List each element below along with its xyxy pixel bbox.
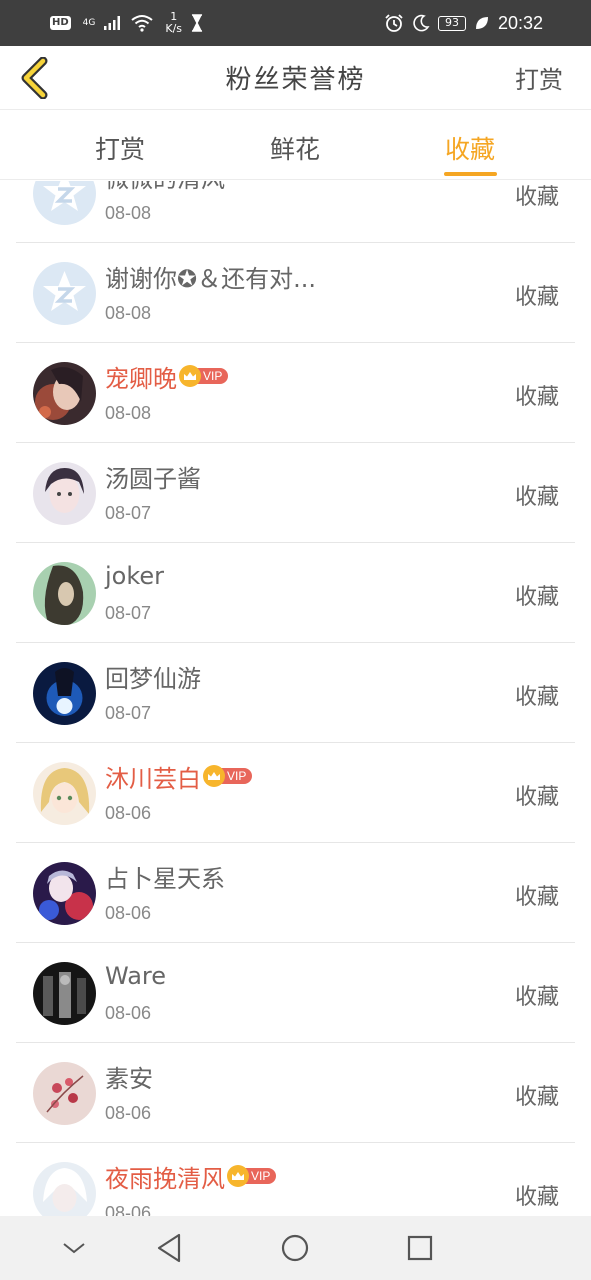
avatar	[33, 562, 96, 625]
chevron-left-icon	[21, 57, 48, 99]
active-tab-indicator	[444, 172, 497, 176]
network-type: 4G	[82, 17, 96, 28]
nav-recents-button[interactable]	[402, 1230, 438, 1266]
crown-icon	[179, 365, 201, 387]
list-item[interactable]: Ware 08-06 收藏	[16, 943, 575, 1043]
fan-name: 夜雨挽清风	[105, 1164, 225, 1193]
fan-name: 占卜星天系	[105, 864, 225, 893]
tab-flowers[interactable]: 鲜花	[270, 130, 320, 166]
avatar	[33, 1162, 96, 1216]
fan-name: 微微的清风	[105, 181, 225, 194]
fan-name: Ware	[105, 962, 167, 990]
tab-tip[interactable]: 打赏	[95, 130, 145, 166]
fan-date: 08-08	[105, 403, 152, 423]
crown-icon	[227, 1165, 249, 1187]
page-title: 粉丝荣誉榜	[225, 65, 366, 95]
fan-date: 08-07	[105, 503, 152, 523]
fan-date: 08-06	[105, 803, 152, 823]
battery-level: 93	[437, 15, 466, 31]
list-item[interactable]: 微微的清风 08-08 收藏	[16, 181, 575, 243]
fan-name: 回梦仙游	[105, 664, 201, 693]
alarm-icon	[385, 14, 403, 32]
app-header: 粉丝荣誉榜 打赏	[0, 46, 591, 110]
nav-back-button[interactable]	[151, 1230, 187, 1266]
list-item[interactable]: 素安 08-06 收藏	[16, 1043, 575, 1143]
signal-icon	[104, 16, 121, 30]
avatar	[33, 762, 96, 825]
fan-action: 收藏	[514, 285, 559, 310]
list-item[interactable]: 宠卿晚 VIP 08-08 收藏	[16, 343, 575, 443]
fan-name: 素安	[105, 1064, 153, 1093]
fan-action: 收藏	[514, 185, 559, 210]
fan-list-content: 微微的清风 08-08 收藏 谢谢你✪＆还有对... 08-08 收藏 宠卿晚 …	[0, 181, 591, 1216]
status-bar: HD 4G 1 K/s 93 20:32	[0, 0, 591, 46]
fan-list[interactable]: 微微的清风 08-08 收藏 谢谢你✪＆还有对... 08-08 收藏 宠卿晚 …	[0, 181, 591, 1216]
list-item[interactable]: 谢谢你✪＆还有对... 08-08 收藏	[16, 243, 575, 343]
back-button[interactable]	[14, 56, 54, 100]
fan-name: 沐川芸白	[105, 764, 201, 793]
fan-name: joker	[105, 562, 165, 590]
fan-action: 收藏	[514, 585, 559, 610]
fan-action: 收藏	[514, 1085, 559, 1110]
list-item[interactable]: joker 08-07 收藏	[16, 543, 575, 643]
system-nav-bar	[0, 1216, 591, 1280]
default-avatar	[33, 181, 96, 225]
hourglass-icon	[191, 14, 203, 32]
collapse-button[interactable]	[56, 1230, 92, 1266]
tab-favorites[interactable]: 收藏	[445, 130, 495, 166]
moon-icon	[413, 14, 430, 32]
list-item[interactable]: 汤圆子酱 08-07 收藏	[16, 443, 575, 543]
status-bar-right: 93 20:32	[384, 13, 543, 34]
recents-square-icon	[407, 1235, 433, 1261]
vip-badge: VIP	[179, 365, 229, 387]
avatar	[33, 1062, 96, 1125]
fan-action: 收藏	[514, 785, 559, 810]
fan-action: 收藏	[514, 485, 559, 510]
network-speed: 1 K/s	[165, 11, 182, 35]
collapse-icon	[63, 1243, 85, 1254]
status-bar-left: HD 4G 1 K/s	[50, 11, 204, 35]
fan-date: 08-08	[105, 303, 152, 323]
back-triangle-icon	[157, 1233, 181, 1263]
fan-date: 08-08	[105, 203, 152, 223]
clock: 20:32	[497, 12, 543, 33]
hd-indicator: HD	[50, 16, 71, 30]
fan-name: 谢谢你✪＆还有对...	[105, 264, 316, 293]
fan-date: 08-06	[105, 1103, 152, 1123]
tip-button[interactable]: 打赏	[515, 60, 563, 95]
default-avatar	[33, 262, 96, 325]
fan-name: 汤圆子酱	[105, 464, 201, 493]
avatar	[33, 662, 96, 725]
avatar	[33, 462, 96, 525]
fan-action: 收藏	[514, 985, 559, 1010]
nav-home-button[interactable]	[277, 1230, 313, 1266]
fan-action: 收藏	[514, 1185, 559, 1210]
list-item[interactable]: 回梦仙游 08-07 收藏	[16, 643, 575, 743]
list-item[interactable]: 沐川芸白 VIP 08-06 收藏	[16, 743, 575, 843]
fan-action: 收藏	[514, 385, 559, 410]
fan-date: 08-07	[105, 703, 152, 723]
list-item[interactable]: 占卜星天系 08-06 收藏	[16, 843, 575, 943]
avatar	[33, 362, 96, 425]
network-indicator: 4G	[82, 17, 96, 28]
wifi-icon	[131, 15, 153, 32]
tab-bar: 打赏 鲜花 收藏	[0, 110, 591, 180]
fan-date: 08-06	[105, 903, 152, 923]
fan-action: 收藏	[514, 885, 559, 910]
avatar	[33, 962, 96, 1025]
leaf-icon	[475, 17, 488, 29]
fan-action: 收藏	[514, 685, 559, 710]
fan-date: 08-06	[105, 1003, 152, 1023]
list-item[interactable]: 夜雨挽清风 VIP 08-06 收藏	[16, 1143, 575, 1216]
fan-date: 08-07	[105, 603, 152, 623]
vip-badge: VIP	[227, 1165, 277, 1187]
home-circle-icon	[281, 1234, 309, 1262]
fan-date: 08-06	[105, 1203, 152, 1216]
crown-icon	[203, 765, 225, 787]
vip-badge: VIP	[203, 765, 253, 787]
fan-name: 宠卿晚	[105, 364, 177, 393]
avatar	[33, 862, 96, 925]
network-speed-unit: K/s	[165, 22, 183, 35]
